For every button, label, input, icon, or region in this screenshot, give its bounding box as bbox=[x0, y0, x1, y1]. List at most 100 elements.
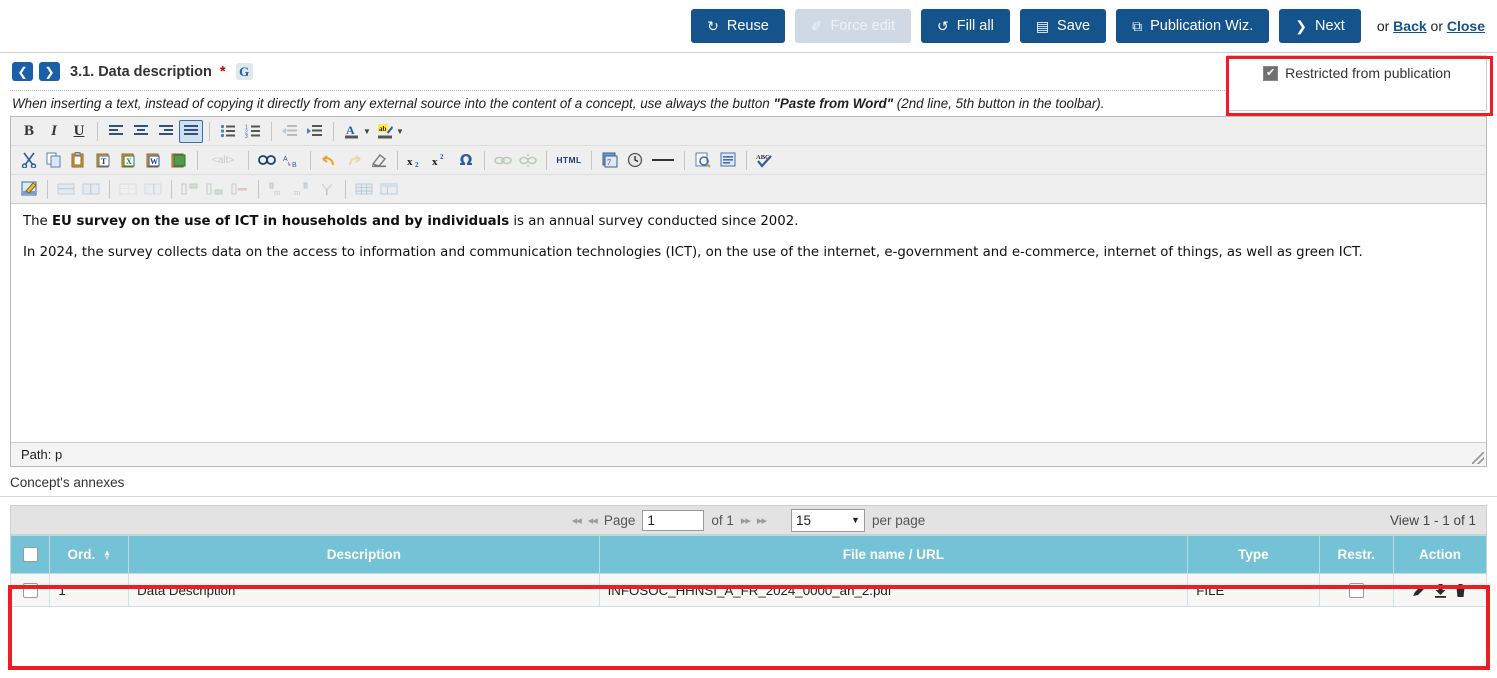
view-range-info: View 1 - 1 of 1 bbox=[1389, 512, 1476, 528]
restr-column[interactable]: Restr. bbox=[1318, 535, 1394, 574]
preview-icon[interactable] bbox=[691, 149, 715, 172]
table-grid-icon[interactable] bbox=[352, 178, 376, 201]
select-all-checkbox[interactable] bbox=[22, 547, 38, 563]
glossary-badge[interactable]: G bbox=[235, 63, 253, 80]
spell-check-icon[interactable]: ABC bbox=[753, 149, 777, 172]
row-ord-cell: 1 bbox=[49, 573, 130, 607]
alt-text-icon[interactable]: <alt> bbox=[204, 149, 242, 172]
filename-url-column[interactable]: File name / URL bbox=[598, 535, 1189, 574]
unlink-icon[interactable] bbox=[516, 149, 540, 172]
align-center-icon[interactable] bbox=[129, 120, 153, 143]
insert-row-icon[interactable] bbox=[54, 178, 78, 201]
template-icon[interactable]: 7 bbox=[598, 149, 622, 172]
per-page-select[interactable]: 15 ▼ bbox=[790, 508, 865, 532]
link-icon[interactable] bbox=[491, 149, 515, 172]
force-edit-button-label: Force edit bbox=[830, 18, 896, 34]
highlight-color-icon[interactable]: ab bbox=[373, 120, 397, 143]
indent-icon[interactable] bbox=[303, 120, 327, 143]
align-left-icon[interactable] bbox=[104, 120, 128, 143]
col-delete-icon[interactable] bbox=[315, 178, 339, 201]
show-blocks-icon[interactable] bbox=[716, 149, 740, 172]
superscript-icon[interactable]: x2 bbox=[429, 149, 453, 172]
reuse-button[interactable]: ↻ Reuse bbox=[691, 9, 785, 43]
close-link[interactable]: Close bbox=[1447, 18, 1485, 34]
col-insert-left-icon[interactable]: m bbox=[265, 178, 289, 201]
save-button[interactable]: ▤ Save bbox=[1019, 9, 1107, 43]
publication-wizard-button[interactable]: ⧉ Publication Wiz. bbox=[1116, 9, 1270, 43]
section-header: ❮ ❯ 3.1. Data description * G ✔ Restrict… bbox=[0, 52, 1497, 111]
page-number-input[interactable] bbox=[642, 509, 705, 531]
row-insert-above-icon[interactable] bbox=[178, 178, 202, 201]
subscript-icon[interactable]: x2 bbox=[404, 149, 428, 172]
align-justify-icon[interactable] bbox=[179, 119, 203, 143]
back-close-links: or Back or Close bbox=[1377, 18, 1485, 34]
row-insert-below-icon[interactable] bbox=[203, 178, 227, 201]
type-column[interactable]: Type bbox=[1187, 535, 1320, 574]
toolbar-separator bbox=[484, 150, 485, 170]
undo-icon[interactable] bbox=[317, 149, 341, 172]
row-delete-icon[interactable] bbox=[228, 178, 252, 201]
merge-cells-icon[interactable] bbox=[116, 178, 140, 201]
special-character-icon[interactable]: Ω bbox=[454, 149, 478, 172]
next-page-icon[interactable]: ▸▸ bbox=[741, 514, 751, 527]
paste-from-word-icon[interactable]: W bbox=[142, 149, 166, 172]
edit-icon[interactable] bbox=[1412, 583, 1427, 598]
cut-icon[interactable] bbox=[17, 149, 41, 172]
paste-from-excel-icon[interactable]: X bbox=[117, 149, 141, 172]
svg-text:A: A bbox=[283, 156, 288, 163]
ord-column-label: Ord. bbox=[67, 547, 96, 562]
redo-icon[interactable] bbox=[342, 149, 366, 172]
fill-all-button[interactable]: ↺ Fill all bbox=[921, 9, 1010, 43]
html-source-icon[interactable]: HTML bbox=[553, 149, 585, 172]
next-concept-button[interactable]: ❯ bbox=[39, 62, 60, 81]
ord-column[interactable]: Ord. ▲ ▼ bbox=[49, 535, 130, 574]
paste-green-icon[interactable] bbox=[167, 149, 191, 172]
row-filename-cell: INFOSOC_HHNSI_A_FR_2024_0000_an_2.pdf bbox=[598, 573, 1189, 607]
paste-as-text-icon[interactable]: T bbox=[92, 149, 116, 172]
find-icon[interactable] bbox=[255, 149, 279, 172]
align-right-icon[interactable] bbox=[154, 120, 178, 143]
paste-icon[interactable] bbox=[67, 149, 91, 172]
toolbar-separator bbox=[310, 150, 311, 170]
editor-toolbar-row-3: m m bbox=[11, 175, 1486, 204]
italic-icon[interactable]: I bbox=[42, 120, 66, 143]
page-of-label: of 1 bbox=[711, 512, 734, 528]
text-color-icon[interactable]: A bbox=[340, 120, 364, 143]
toolbar-separator bbox=[397, 150, 398, 170]
force-edit-button[interactable]: ✐ Force edit bbox=[794, 9, 912, 43]
bold-icon[interactable]: B bbox=[17, 120, 41, 143]
horizontal-rule-icon[interactable] bbox=[648, 149, 678, 172]
row-select-checkbox[interactable] bbox=[22, 582, 38, 598]
row-restricted-checkbox[interactable] bbox=[1348, 582, 1364, 598]
download-icon[interactable] bbox=[1434, 583, 1447, 598]
delete-icon[interactable] bbox=[1454, 583, 1467, 598]
table-properties-icon[interactable] bbox=[377, 178, 401, 201]
next-button[interactable]: ❯ Next bbox=[1279, 9, 1361, 43]
previous-concept-button[interactable]: ❮ bbox=[12, 62, 33, 81]
col-insert-right-icon[interactable]: m bbox=[290, 178, 314, 201]
edit-properties-icon[interactable] bbox=[17, 178, 41, 201]
restricted-from-publication-checkbox[interactable]: ✔ bbox=[1263, 65, 1279, 81]
editor-content-area[interactable]: The EU survey on the use of ICT in house… bbox=[11, 204, 1486, 442]
editor-resize-handle[interactable] bbox=[1472, 452, 1484, 464]
back-link[interactable]: Back bbox=[1393, 18, 1426, 34]
insert-column-icon[interactable] bbox=[79, 178, 103, 201]
clock-icon[interactable] bbox=[623, 149, 647, 172]
remove-format-icon[interactable] bbox=[367, 149, 391, 172]
description-column[interactable]: Description bbox=[128, 535, 600, 574]
prev-page-icon[interactable]: ◂◂ bbox=[588, 514, 598, 527]
required-marker: * bbox=[219, 63, 226, 80]
split-cell-icon[interactable] bbox=[141, 178, 165, 201]
toolbar-separator bbox=[109, 179, 110, 199]
numbered-list-icon[interactable]: 123 bbox=[241, 120, 265, 143]
underline-icon[interactable]: U bbox=[67, 120, 91, 143]
first-page-icon[interactable]: ◂◂ bbox=[572, 514, 582, 527]
bulleted-list-icon[interactable] bbox=[216, 120, 240, 143]
toolbar-separator bbox=[209, 121, 210, 141]
pencil-icon: ✐ bbox=[810, 18, 823, 34]
outdent-icon[interactable] bbox=[278, 120, 302, 143]
last-page-icon[interactable]: ▸▸ bbox=[757, 514, 767, 527]
toolbar-separator bbox=[197, 150, 198, 170]
replace-icon[interactable]: AB bbox=[280, 149, 304, 172]
copy-icon[interactable] bbox=[42, 149, 66, 172]
